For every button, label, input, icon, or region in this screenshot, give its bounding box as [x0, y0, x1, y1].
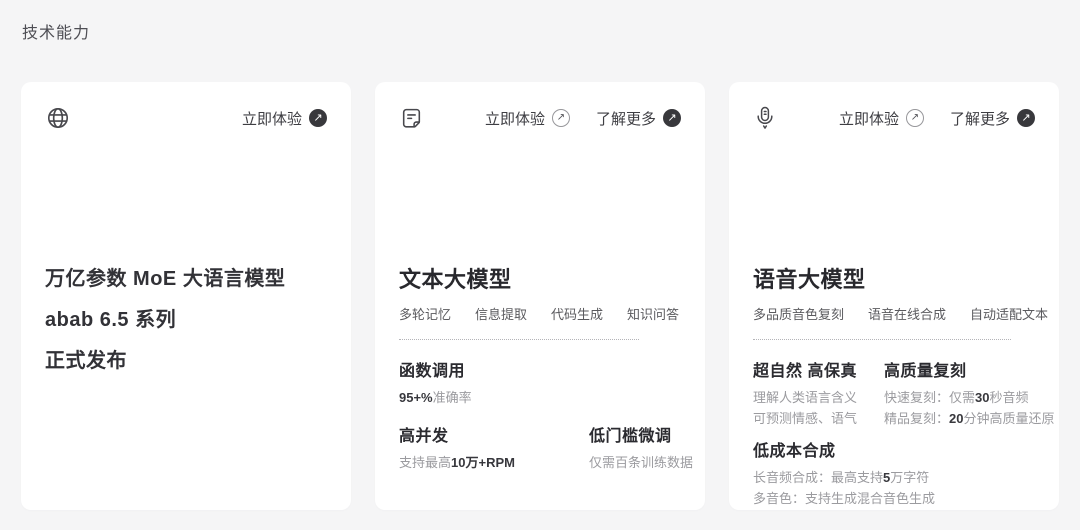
feature-desc: 理解人类语言含义 [753, 387, 884, 408]
tag: 信息提取 [475, 304, 527, 323]
tag-list: 多品质音色复刻 语音在线合成 自动适配文本 [753, 304, 1035, 323]
tag: 知识问答 [627, 304, 679, 323]
feature-function-call: 函数调用 95+%准确率 [399, 357, 589, 408]
feature-natural-hifi: 超自然 高保真 理解人类语言含义 可预测情感、语气 [753, 357, 884, 429]
headline-line: abab 6.5 系列 [45, 300, 285, 341]
arrow-circle-icon[interactable]: ↗ [663, 109, 681, 127]
arrow-glyph: ↗ [667, 113, 676, 124]
feature-desc: 长音频合成：最高支持5万字符 [753, 467, 884, 488]
feature-title: 高质量复刻 [884, 357, 1035, 381]
card-links: 立即体验 ↗ 了解更多 ↗ [839, 108, 1035, 129]
card-links: 立即体验 ↗ [242, 108, 327, 129]
feature-title: 函数调用 [399, 357, 589, 381]
tag: 自动适配文本 [970, 304, 1048, 323]
feature-desc: 多音色：支持生成混合音色生成 [753, 488, 884, 509]
feature-title: 低门槛微调 [589, 422, 681, 446]
card-title: 语音大模型 [753, 266, 1035, 294]
feature-desc: 精品复刻：20分钟高质量还原 [884, 408, 1035, 429]
globe-icon [45, 105, 71, 131]
arrow-circle-icon[interactable]: ↗ [906, 109, 924, 127]
microphone-icon [753, 105, 777, 132]
feature-title: 高并发 [399, 422, 589, 446]
tag-list: 多轮记忆 信息提取 代码生成 知识问答 [399, 304, 681, 323]
arrow-glyph: ↗ [313, 113, 322, 124]
learn-more-label: 了解更多 [950, 108, 1010, 129]
headline-line: 万亿参数 MoE 大语言模型 [45, 259, 285, 300]
feature-desc: 仅需百条训练数据 [589, 452, 681, 473]
tag: 多轮记忆 [399, 304, 451, 323]
section-heading: 技术能力 [22, 19, 90, 43]
try-now-label: 立即体验 [242, 108, 302, 129]
dotted-divider [399, 339, 639, 340]
feature-desc: 95+%准确率 [399, 387, 589, 408]
arrow-glyph: ↗ [911, 113, 919, 123]
feature-grid: 函数调用 95+%准确率 高并发 支持最高10万+RPM 低门槛微调 仅需百条训… [399, 357, 681, 473]
feature-low-barrier-finetune: 低门槛微调 仅需百条训练数据 [589, 422, 681, 473]
card-llm-release: 立即体验 ↗ 万亿参数 MoE 大语言模型 abab 6.5 系列 正式发布 [21, 82, 351, 510]
card-speech-model: 立即体验 ↗ 了解更多 ↗ 语音大模型 多品质音色复刻 语音在线合成 自动适配文… [729, 82, 1059, 510]
feature-grid: 超自然 高保真 理解人类语言含义 可预测情感、语气 高质量复刻 快速复刻：仅需3… [753, 357, 1035, 509]
card-header: 立即体验 ↗ 了解更多 ↗ [399, 104, 681, 132]
arrow-circle-icon[interactable]: ↗ [552, 109, 570, 127]
feature-title: 低成本合成 [753, 437, 884, 461]
document-icon [399, 106, 424, 131]
try-now-label: 立即体验 [839, 108, 899, 129]
learn-more-link[interactable]: 了解更多 ↗ [950, 108, 1035, 129]
card-header: 立即体验 ↗ [45, 104, 327, 132]
headline-line: 正式发布 [45, 341, 285, 382]
feature-desc: 支持最高10万+RPM [399, 452, 589, 473]
card-header: 立即体验 ↗ 了解更多 ↗ [753, 104, 1035, 132]
arrow-glyph: ↗ [1021, 113, 1030, 124]
card-links: 立即体验 ↗ 了解更多 ↗ [485, 108, 681, 129]
tag: 多品质音色复刻 [753, 304, 844, 323]
arrow-glyph: ↗ [557, 113, 565, 123]
feature-high-quality-clone: 高质量复刻 快速复刻：仅需30秒音频 精品复刻：20分钟高质量还原 [884, 357, 1035, 429]
try-now-link[interactable]: 立即体验 ↗ [242, 108, 327, 129]
card-title: 文本大模型 [399, 266, 681, 294]
feature-desc: 快速复刻：仅需30秒音频 [884, 387, 1035, 408]
try-now-link[interactable]: 立即体验 ↗ [485, 108, 570, 129]
card-body: 文本大模型 多轮记忆 信息提取 代码生成 知识问答 函数调用 95+%准确率 高… [399, 266, 681, 473]
tag: 代码生成 [551, 304, 603, 323]
card-headline: 万亿参数 MoE 大语言模型 abab 6.5 系列 正式发布 [45, 259, 285, 382]
feature-title: 超自然 高保真 [753, 357, 884, 381]
try-now-link[interactable]: 立即体验 ↗ [839, 108, 924, 129]
dotted-divider [753, 339, 1011, 340]
card-body: 语音大模型 多品质音色复刻 语音在线合成 自动适配文本 超自然 高保真 理解人类… [753, 266, 1035, 509]
tag: 语音在线合成 [868, 304, 946, 323]
feature-high-concurrency: 高并发 支持最高10万+RPM [399, 422, 589, 473]
try-now-label: 立即体验 [485, 108, 545, 129]
arrow-circle-icon[interactable]: ↗ [309, 109, 327, 127]
learn-more-link[interactable]: 了解更多 ↗ [596, 108, 681, 129]
arrow-circle-icon[interactable]: ↗ [1017, 109, 1035, 127]
learn-more-label: 了解更多 [596, 108, 656, 129]
feature-low-cost-synthesis: 低成本合成 长音频合成：最高支持5万字符 多音色：支持生成混合音色生成 [753, 437, 884, 509]
feature-desc: 可预测情感、语气 [753, 408, 884, 429]
card-text-model: 立即体验 ↗ 了解更多 ↗ 文本大模型 多轮记忆 信息提取 代码生成 知识问答 … [375, 82, 705, 510]
